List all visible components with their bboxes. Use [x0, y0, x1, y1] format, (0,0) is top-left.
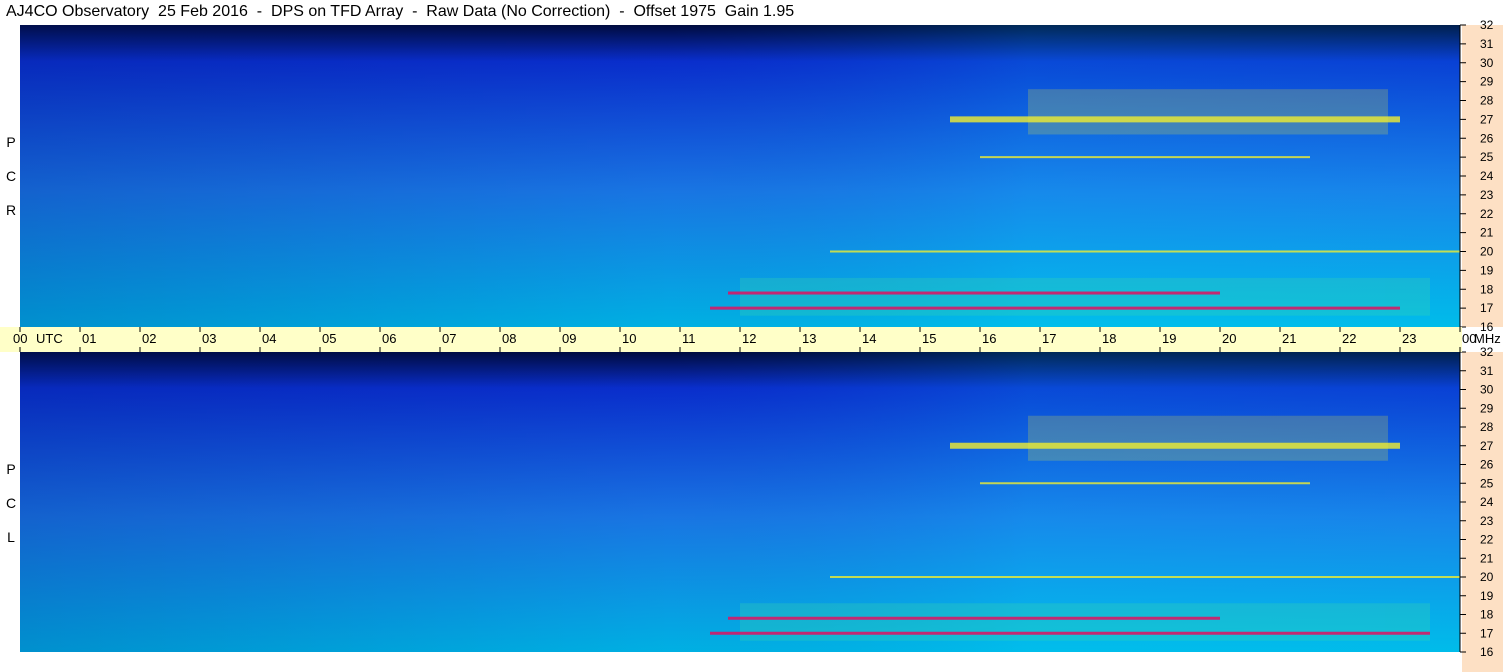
feature-lcp-2 — [830, 576, 1460, 578]
ytick-label-lcp-11: 27 — [1480, 439, 1494, 453]
ytick-label-lcp-5: 21 — [1480, 551, 1494, 565]
feature-rcp-4 — [950, 116, 1400, 123]
xtick-label-11: 11 — [682, 331, 696, 346]
mhz-unit-label: MHz — [1474, 331, 1501, 346]
spectrogram-chart: 16 17 18 19 20 21 22 23 24 25 26 27 28 29 30 31 32 16 17 18… — [0, 18, 1501, 659]
xtick-label-6: 06 — [382, 331, 396, 346]
ytick-label-lcp-0: 16 — [1480, 645, 1494, 659]
feature-rcp-1 — [728, 291, 1220, 295]
xtick-label-14: 14 — [862, 331, 876, 346]
xtick-label-19: 19 — [1162, 331, 1176, 346]
ytick-label-rcp-1: 17 — [1480, 301, 1494, 315]
xtick-label-17: 17 — [1042, 331, 1056, 346]
ytick-label-rcp-14: 30 — [1480, 56, 1494, 70]
xtick-label-3: 03 — [202, 331, 216, 346]
feature-lcp-0 — [710, 631, 1430, 635]
ytick-label-lcp-4: 20 — [1480, 570, 1494, 584]
ytick-label-lcp-3: 19 — [1480, 589, 1494, 603]
ytick-label-lcp-15: 31 — [1480, 364, 1494, 378]
utc-unit-label: UTC — [36, 331, 63, 346]
band-glow-lcp — [1028, 415, 1388, 461]
ytick-label-rcp-9: 25 — [1480, 150, 1494, 164]
ytick-label-rcp-11: 27 — [1480, 112, 1494, 126]
ytick-label-rcp-13: 29 — [1480, 75, 1494, 89]
ytick-label-rcp-10: 26 — [1480, 131, 1494, 145]
ytick-label-lcp-6: 22 — [1480, 533, 1494, 547]
feature-lcp-1 — [728, 616, 1220, 620]
band-glow-rcp — [1028, 89, 1388, 135]
feature-lcp-3 — [980, 482, 1310, 485]
lowband-glow-lcp — [740, 603, 1430, 641]
ytick-label-lcp-13: 29 — [1480, 401, 1494, 415]
feature-rcp-2 — [830, 250, 1460, 253]
ytick-label-lcp-1: 17 — [1480, 626, 1494, 640]
ytick-label-lcp-9: 25 — [1480, 476, 1494, 490]
xtick-label-1: 01 — [82, 331, 96, 346]
xtick-label-0: 00 — [13, 331, 27, 346]
feature-rcp-0 — [710, 306, 1400, 310]
xtick-label-9: 09 — [562, 331, 576, 346]
xtick-label-10: 10 — [622, 331, 636, 346]
ytick-label-lcp-2: 18 — [1480, 608, 1494, 622]
xtick-label-22: 22 — [1342, 331, 1356, 346]
xtick-label-4: 04 — [262, 331, 276, 346]
ytick-label-rcp-5: 21 — [1480, 226, 1494, 240]
ytick-label-rcp-8: 24 — [1480, 169, 1494, 183]
xtick-label-8: 08 — [502, 331, 516, 346]
xtick-label-2: 02 — [142, 331, 156, 346]
ytick-label-lcp-16: 32 — [1480, 345, 1494, 359]
ytick-label-lcp-7: 23 — [1480, 514, 1494, 528]
feature-rcp-3 — [980, 156, 1310, 159]
ytick-label-lcp-8: 24 — [1480, 495, 1494, 509]
time-strip — [0, 327, 1462, 352]
xtick-label-7: 07 — [442, 331, 456, 346]
xtick-label-18: 18 — [1102, 331, 1116, 346]
xtick-label-13: 13 — [802, 331, 816, 346]
ytick-label-lcp-14: 30 — [1480, 383, 1494, 397]
xtick-label-21: 21 — [1282, 331, 1296, 346]
xtick-label-5: 05 — [322, 331, 336, 346]
ytick-label-lcp-12: 28 — [1480, 420, 1494, 434]
feature-lcp-4 — [950, 442, 1400, 449]
xtick-label-16: 16 — [982, 331, 996, 346]
xtick-label-20: 20 — [1222, 331, 1236, 346]
ytick-label-rcp-6: 22 — [1480, 207, 1494, 221]
ytick-label-rcp-16: 32 — [1480, 18, 1494, 32]
ytick-label-lcp-10: 26 — [1480, 458, 1494, 472]
xtick-label-23: 23 — [1402, 331, 1416, 346]
ytick-label-rcp-4: 20 — [1480, 245, 1494, 259]
ytick-label-rcp-3: 19 — [1480, 263, 1494, 277]
xtick-label-15: 15 — [922, 331, 936, 346]
xtick-label-12: 12 — [742, 331, 756, 346]
lowband-glow-rcp — [740, 277, 1430, 316]
ytick-label-rcp-12: 28 — [1480, 94, 1494, 108]
ytick-label-rcp-7: 23 — [1480, 188, 1494, 202]
ytick-label-rcp-2: 18 — [1480, 282, 1494, 296]
ytick-label-rcp-15: 31 — [1480, 37, 1494, 51]
